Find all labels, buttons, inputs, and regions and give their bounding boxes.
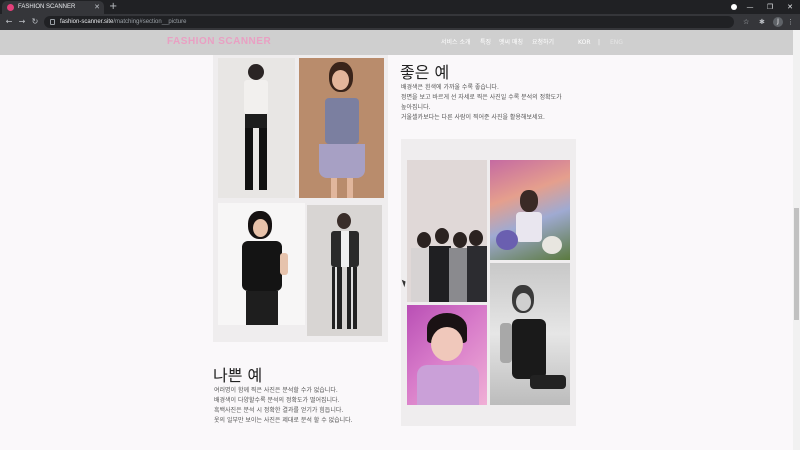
favicon-icon: [7, 4, 14, 11]
site-logo[interactable]: FASHION SCANNER: [167, 36, 271, 47]
menu-icon[interactable]: ⋮: [787, 17, 794, 27]
good-photo-1: [218, 58, 295, 198]
bad-photos-panel: [401, 139, 576, 426]
extensions-icon[interactable]: ✱: [759, 17, 765, 27]
close-window-icon[interactable]: ✕: [780, 0, 800, 14]
lang-kor[interactable]: KOR: [578, 38, 591, 47]
tab-title: FASHION SCANNER: [18, 4, 76, 10]
star-icon[interactable]: ☆: [743, 17, 749, 27]
lang-eng[interactable]: ENG: [610, 38, 623, 47]
lock-icon: [50, 19, 55, 25]
new-tab-icon[interactable]: +: [109, 0, 117, 14]
bad-photo-pink: [407, 305, 487, 405]
nav-item-request[interactable]: 요청하기: [532, 38, 554, 47]
good-example-title: 좋은 예: [400, 63, 450, 82]
nav-item-features[interactable]: 특징: [480, 38, 491, 47]
bad-photo-bw: [490, 263, 570, 405]
minimize-icon[interactable]: —: [740, 0, 760, 14]
browser-toolbar: ← → ↻ fashion-scanner.site/matching#sect…: [0, 14, 800, 30]
url-text: fashion-scanner.site/matching#section__p…: [60, 19, 187, 25]
good-photo-3: [218, 203, 305, 325]
maximize-icon[interactable]: ❐: [760, 0, 780, 14]
lang-separator: |: [598, 39, 601, 46]
good-photo-2: [299, 58, 384, 198]
profile-indicator-icon[interactable]: [731, 4, 737, 10]
browser-tabbar: FASHION SCANNER ✕ + — ❐ ✕: [0, 0, 800, 14]
browser-tab[interactable]: FASHION SCANNER ✕: [2, 1, 104, 14]
avatar[interactable]: J: [773, 17, 783, 27]
address-bar[interactable]: fashion-scanner.site/matching#section__p…: [44, 16, 734, 28]
nav-item-matching[interactable]: 엣씨 매칭: [499, 38, 523, 47]
site-header: FASHION SCANNER 서비스 소개 특징 엣씨 매칭 요청하기 KOR…: [0, 30, 793, 55]
good-photos-panel: [213, 55, 388, 342]
good-example-description: 배경색은 흰색에 가까울 수록 좋습니다. 정면을 보고 바르게 선 자세로 찍…: [401, 84, 562, 121]
scrollbar-thumb[interactable]: [794, 208, 799, 320]
bad-photo-flowers: [490, 160, 570, 260]
bad-example-title: 나쁜 예: [213, 366, 263, 385]
close-tab-icon[interactable]: ✕: [94, 2, 100, 13]
forward-icon[interactable]: →: [17, 16, 27, 28]
back-icon[interactable]: ←: [4, 16, 14, 28]
bad-photo-group: [407, 160, 487, 302]
good-photo-4: [307, 205, 382, 336]
reload-icon[interactable]: ↻: [30, 16, 40, 28]
nav-item-service[interactable]: 서비스 소개: [441, 38, 471, 47]
bad-example-description: 여러명이 함께 찍은 사진은 분석할 수가 없습니다. 배경색이 다양할수록 분…: [214, 387, 353, 424]
